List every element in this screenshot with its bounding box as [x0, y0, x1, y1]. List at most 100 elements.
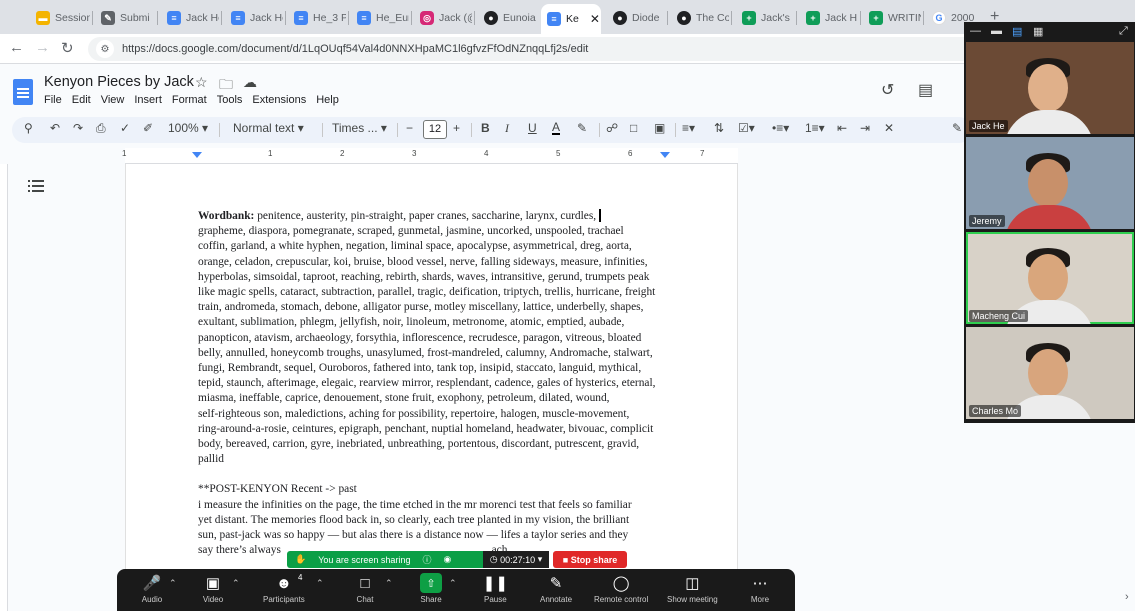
bulleted-list-icon[interactable]: •≡▾	[772, 121, 789, 135]
back-arrow-icon[interactable]: ←	[9, 39, 24, 56]
show-meeting-button[interactable]: ◫ Show meeting	[667, 573, 718, 604]
browser-tab[interactable]: ≡ Jack He	[161, 6, 219, 30]
font-select[interactable]: Times ... ▾	[332, 121, 387, 135]
document-body[interactable]: Wordbank: penitence, austerity, pin-stra…	[198, 209, 668, 558]
remote-control-button[interactable]: ◯ Remote control	[594, 573, 648, 604]
forward-arrow-icon[interactable]: →	[35, 39, 50, 56]
print-icon[interactable]: ⎙	[96, 121, 106, 136]
close-tab-icon[interactable]: ✕	[590, 12, 600, 26]
browser-tab[interactable]: ● Eunoia	[478, 6, 536, 30]
underline-icon[interactable]: U	[528, 121, 537, 135]
insert-link-icon[interactable]: ☍	[606, 121, 618, 135]
share-options-chevron-icon[interactable]: ⌃	[449, 578, 457, 589]
chat-button[interactable]: □ Chat	[354, 573, 376, 605]
comments-icon[interactable]: ▤	[918, 80, 933, 100]
paragraph-style-select[interactable]: Normal text ▾	[233, 121, 304, 135]
stop-share-button[interactable]: ■ Stop share	[553, 551, 627, 568]
menu-file[interactable]: File	[44, 94, 62, 106]
browser-tab[interactable]: ▬ Session	[30, 6, 90, 30]
share-status[interactable]: ✋ You are screen sharing ⓘ ◉	[287, 551, 483, 568]
chevron-right-icon[interactable]: ›	[1125, 591, 1129, 603]
google-docs-logo-icon[interactable]	[13, 79, 33, 105]
browser-tab[interactable]: + Jack H	[800, 6, 858, 30]
star-icon[interactable]: ☆	[195, 74, 208, 91]
insert-image-icon[interactable]: ▣	[654, 121, 665, 135]
speaker-view-icon[interactable]: ▬	[991, 25, 1002, 37]
participants-options-chevron-icon[interactable]: ⌃	[316, 578, 324, 589]
decrease-indent-icon[interactable]: ⇤	[837, 121, 847, 135]
share-timer[interactable]: ◷ 00:27:10 ▾	[483, 551, 549, 568]
drag-handle-icon[interactable]: ✋	[295, 554, 306, 565]
menu-view[interactable]: View	[101, 94, 125, 106]
more-button[interactable]: ⋯ More	[749, 573, 771, 604]
paint-format-icon[interactable]: ✐	[143, 121, 153, 135]
italic-icon[interactable]: I	[505, 121, 509, 136]
align-icon[interactable]: ≡▾	[682, 121, 695, 135]
security-shield-icon[interactable]: ◉	[443, 554, 451, 565]
cloud-saved-icon[interactable]: ☁	[243, 74, 257, 91]
bold-icon[interactable]: B	[481, 121, 490, 135]
document-outline-icon[interactable]	[28, 179, 44, 193]
participant-video-tile[interactable]: Jack He	[966, 42, 1134, 134]
chat-options-chevron-icon[interactable]: ⌃	[385, 578, 393, 589]
version-history-icon[interactable]: ↺	[881, 80, 894, 100]
menu-insert[interactable]: Insert	[134, 94, 162, 106]
participant-video-tile[interactable]: Jeremy	[966, 137, 1134, 229]
share-button[interactable]: ⇧ Share	[420, 573, 442, 604]
line-spacing-icon[interactable]: ⇅	[714, 121, 724, 135]
browser-tab[interactable]: ◎ Jack (@	[414, 6, 472, 30]
gallery-view-icon[interactable]: ▦	[1033, 25, 1043, 38]
expand-icon[interactable]: ⤢	[1119, 25, 1128, 38]
document-title[interactable]: Kenyon Pieces by Jack	[44, 74, 194, 90]
increase-font-size-icon[interactable]: +	[453, 121, 460, 135]
left-indent-marker[interactable]	[192, 152, 202, 158]
text-color-icon[interactable]: A	[552, 121, 561, 135]
participant-video-tile[interactable]: Macheng Cui	[966, 232, 1134, 324]
info-icon[interactable]: ⓘ	[422, 553, 431, 566]
minimize-icon[interactable]: —	[970, 25, 981, 37]
numbered-list-icon[interactable]: 1≡▾	[805, 121, 825, 135]
add-comment-icon[interactable]: □	[630, 121, 637, 135]
url-text[interactable]: https://docs.google.com/document/d/1LqOU…	[122, 43, 588, 55]
font-size-input[interactable]: 12	[423, 120, 447, 139]
video-options-chevron-icon[interactable]: ⌃	[232, 578, 240, 589]
annotate-button[interactable]: ✎ Annotate	[540, 573, 572, 604]
editing-mode-pencil-icon[interactable]: ✎	[952, 121, 962, 135]
zoom-select[interactable]: 100% ▾	[168, 121, 208, 135]
browser-tab[interactable]: ✎ Submi	[95, 6, 155, 30]
menu-extensions[interactable]: Extensions	[252, 94, 306, 106]
browser-tab[interactable]: + WRITIN	[863, 6, 921, 30]
reload-icon[interactable]: ↻	[61, 39, 74, 57]
participant-video-tile[interactable]: Charles Mo	[966, 327, 1134, 419]
menu-edit[interactable]: Edit	[72, 94, 91, 106]
highlight-color-icon[interactable]: ✎	[577, 121, 587, 135]
audio-button[interactable]: 🎤 Audio	[141, 573, 163, 604]
increase-indent-icon[interactable]: ⇥	[860, 121, 870, 135]
browser-tab[interactable]: ● The Co	[671, 6, 729, 30]
address-bar[interactable]: ⚙ https://docs.google.com/document/d/1Lq…	[88, 37, 978, 61]
browser-tab[interactable]: ≡ He_3 P	[288, 6, 346, 30]
menu-format[interactable]: Format	[172, 94, 207, 106]
redo-icon[interactable]: ↷	[73, 121, 83, 135]
browser-tab-active[interactable]: ≡ Ke ✕	[541, 4, 601, 34]
browser-tab[interactable]: ≡ He_Eur	[351, 6, 409, 30]
undo-icon[interactable]: ↶	[50, 121, 60, 135]
menu-tools[interactable]: Tools	[217, 94, 243, 106]
menu-help[interactable]: Help	[316, 94, 339, 106]
site-info-icon[interactable]: ⚙	[96, 40, 114, 58]
spellcheck-icon[interactable]: ✓	[120, 121, 130, 135]
video-button[interactable]: ▣ Video	[202, 573, 224, 604]
strip-view-icon[interactable]: ▤	[1012, 25, 1022, 38]
checklist-icon[interactable]: ☑▾	[738, 121, 755, 135]
audio-options-chevron-icon[interactable]: ⌃	[169, 578, 177, 589]
right-indent-marker[interactable]	[660, 152, 670, 158]
browser-tab[interactable]: ● Diode	[607, 6, 665, 30]
pause-share-button[interactable]: ❚❚ Pause	[483, 573, 508, 604]
document-page[interactable]: Wordbank: penitence, austerity, pin-stra…	[125, 164, 738, 611]
search-menus-icon[interactable]: ⚲	[24, 121, 33, 135]
browser-tab[interactable]: + Jack's	[736, 6, 794, 30]
decrease-font-size-icon[interactable]: −	[406, 121, 413, 135]
zoom-panel-titlebar: — ▬ ▤ ▦ ⤢	[964, 22, 1135, 42]
clear-formatting-icon[interactable]: ✕	[884, 121, 894, 135]
browser-tab[interactable]: ≡ Jack He	[225, 6, 283, 30]
